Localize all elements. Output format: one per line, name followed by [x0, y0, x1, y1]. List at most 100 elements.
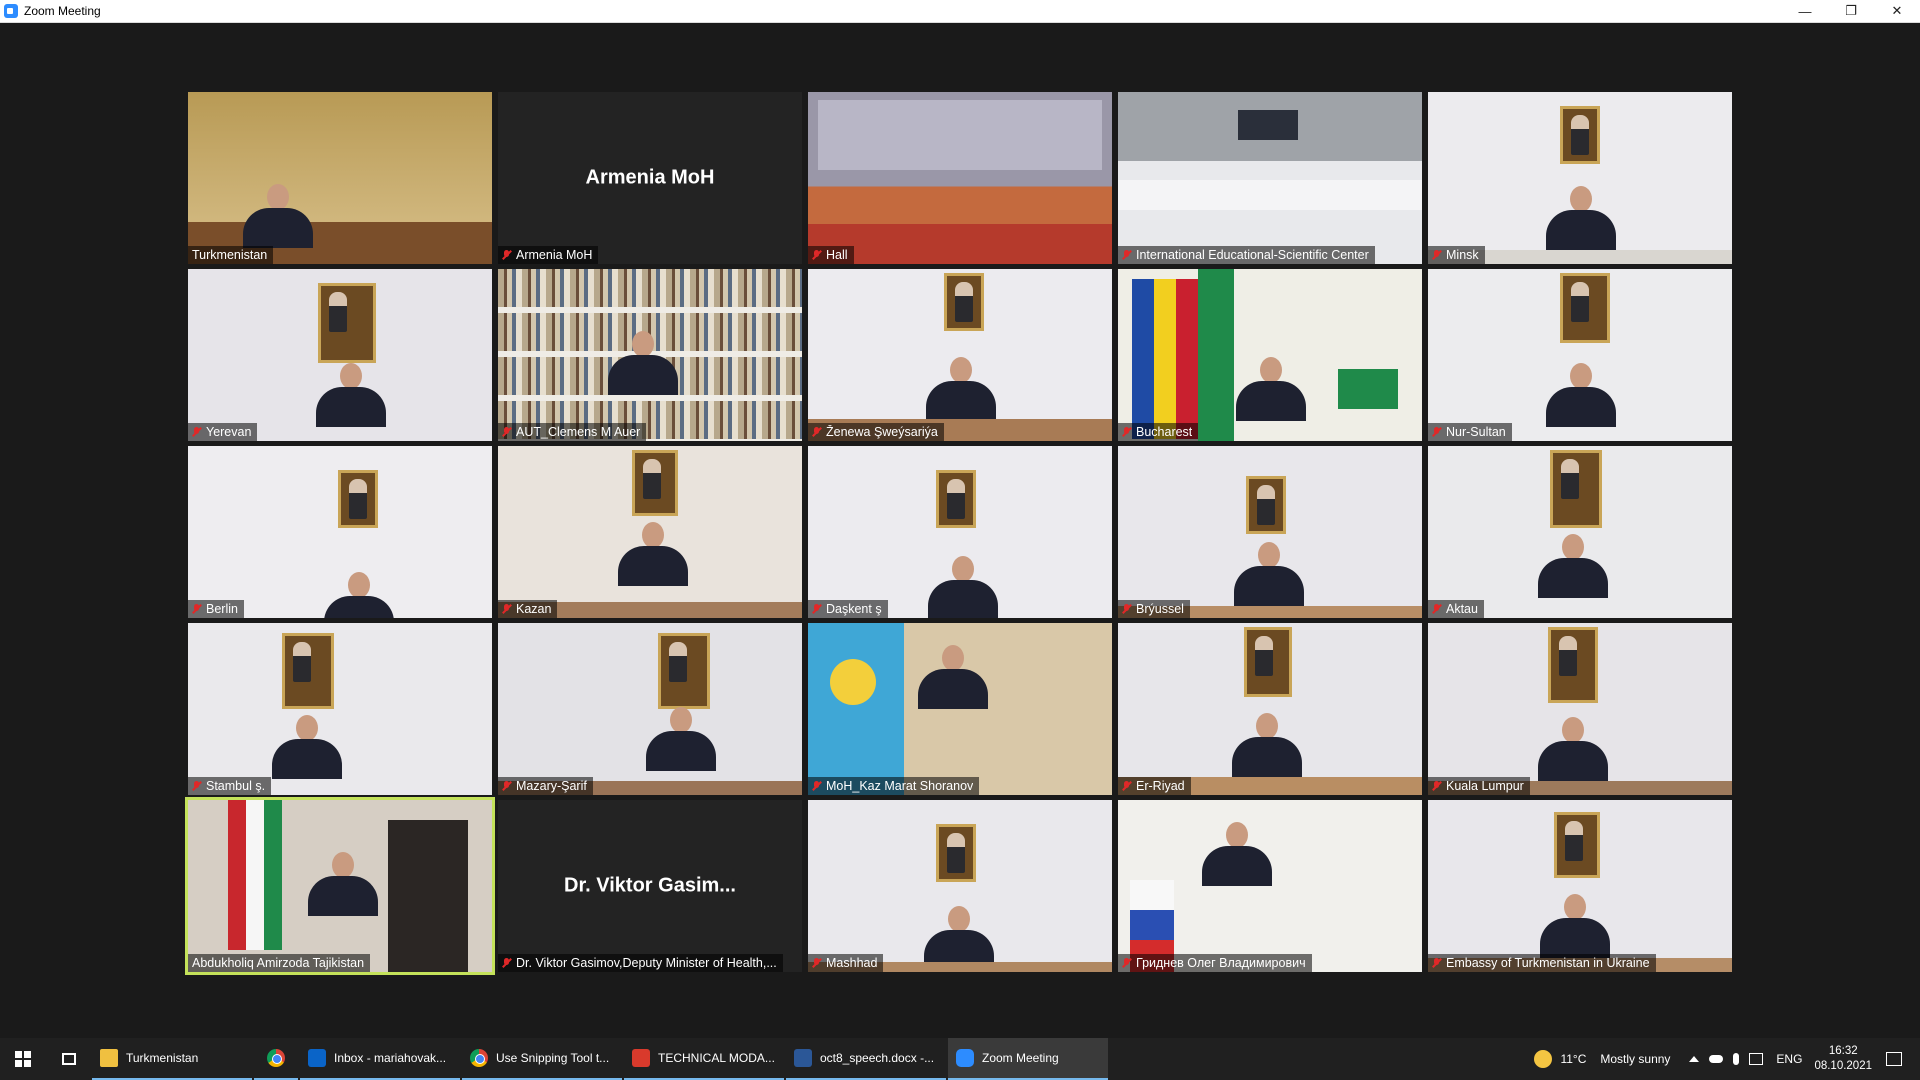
- video-tile[interactable]: Kazan: [498, 446, 802, 618]
- muted-mic-icon: [1432, 249, 1441, 261]
- video-tile-active-speaker[interactable]: Abdukholiq Amirzoda Tajikistan: [185, 797, 495, 975]
- video-tile[interactable]: Bucharest: [1118, 269, 1422, 441]
- video-tile[interactable]: Mashhad: [808, 800, 1112, 972]
- restore-button[interactable]: ❐: [1828, 0, 1874, 23]
- muted-mic-icon: [812, 603, 821, 615]
- onedrive-cloud-icon[interactable]: [1709, 1055, 1724, 1063]
- muted-mic-icon: [1432, 603, 1441, 615]
- taskbar-item-label: oct8_speech.docx -...: [820, 1051, 935, 1065]
- muted-mic-icon: [192, 780, 201, 792]
- muted-mic-icon: [1122, 957, 1131, 969]
- participant-label: Bucharest: [1118, 423, 1199, 441]
- video-tile[interactable]: Nur-Sultan: [1428, 269, 1732, 441]
- video-tile[interactable]: Armenia MoH Armenia MoH: [498, 92, 802, 264]
- video-feed: [808, 800, 1112, 972]
- participant-label: Aktau: [1428, 600, 1484, 618]
- participant-label: Mazary-Şarif: [498, 777, 593, 795]
- muted-mic-icon: [502, 249, 511, 261]
- weather-sun-icon[interactable]: [1534, 1050, 1553, 1068]
- taskbar-item-word[interactable]: oct8_speech.docx -...: [786, 1038, 946, 1080]
- window-title-bar: Zoom Meeting — ❐ ✕: [0, 0, 1920, 23]
- task-view-button[interactable]: [46, 1038, 92, 1080]
- participant-label: Гриднев Олег Владимирович: [1118, 954, 1312, 972]
- video-tile[interactable]: Stambul ş.: [188, 623, 492, 795]
- input-language[interactable]: ENG: [1776, 1052, 1802, 1066]
- video-tile[interactable]: Dr. Viktor Gasim... Dr. Viktor Gasimov,D…: [498, 800, 802, 972]
- participant-name: Dr. Viktor Gasimov,Deputy Minister of He…: [516, 956, 777, 970]
- video-feed: [1428, 269, 1732, 441]
- taskbar-item-chrome[interactable]: [254, 1038, 298, 1080]
- weather-temperature[interactable]: 11°C: [1560, 1052, 1586, 1066]
- participant-label: Berlin: [188, 600, 244, 618]
- video-tile[interactable]: Brýussel: [1118, 446, 1422, 618]
- video-tile[interactable]: International Educational-Scientific Cen…: [1118, 92, 1422, 264]
- video-feed: [188, 92, 492, 264]
- muted-mic-icon: [1122, 249, 1131, 261]
- participant-name: Minsk: [1446, 248, 1479, 262]
- participant-name: Гриднев Олег Владимирович: [1136, 956, 1306, 970]
- video-tile[interactable]: Yerevan: [188, 269, 492, 441]
- video-tile[interactable]: MoH_Kaz Marat Shoranov: [808, 623, 1112, 795]
- taskbar-item-zoom[interactable]: Zoom Meeting: [948, 1038, 1108, 1080]
- network-icon[interactable]: [1749, 1053, 1764, 1065]
- video-tile[interactable]: Embassy of Turkmenistan in Ukraine: [1428, 800, 1732, 972]
- participant-label: Turkmenistan: [188, 246, 274, 264]
- video-feed: [1118, 446, 1422, 618]
- participant-label: Minsk: [1428, 246, 1485, 264]
- participant-label: Ženewa Şweýsariýa: [808, 423, 944, 441]
- minimize-button[interactable]: —: [1782, 0, 1828, 23]
- outlook-icon: [308, 1049, 326, 1067]
- video-tile[interactable]: AUT_Clemens M Auer: [498, 269, 802, 441]
- weather-condition[interactable]: Mostly sunny: [1600, 1052, 1670, 1066]
- video-tile[interactable]: Er-Riyad: [1118, 623, 1422, 795]
- window-controls: — ❐ ✕: [1782, 0, 1920, 23]
- taskbar-item-pdf[interactable]: TECHNICAL MODA...: [624, 1038, 784, 1080]
- participant-name: Er-Riyad: [1136, 779, 1185, 793]
- taskbar-item-label: Zoom Meeting: [982, 1051, 1059, 1065]
- taskbar-item-chrome-window[interactable]: Use Snipping Tool t...: [462, 1038, 622, 1080]
- video-grid: Turkmenistan Armenia MoH Armenia MoH Hal…: [185, 92, 1732, 975]
- participant-name: AUT_Clemens M Auer: [516, 425, 641, 439]
- muted-mic-icon: [502, 426, 511, 438]
- participant-name: Daşkent ş: [826, 602, 882, 616]
- clock-time: 16:32: [1828, 1045, 1858, 1057]
- close-button[interactable]: ✕: [1874, 0, 1920, 23]
- video-tile[interactable]: Daşkent ş: [808, 446, 1112, 618]
- video-tile[interactable]: Turkmenistan: [188, 92, 492, 264]
- participant-name: Berlin: [206, 602, 238, 616]
- video-tile[interactable]: Hall: [808, 92, 1112, 264]
- video-feed: [1428, 92, 1732, 264]
- video-tile[interactable]: Aktau: [1428, 446, 1732, 618]
- participant-label: Daşkent ş: [808, 600, 888, 618]
- taskbar-item-explorer[interactable]: Turkmenistan: [92, 1038, 252, 1080]
- participant-label: Armenia MoH: [498, 246, 599, 264]
- video-tile[interactable]: Гриднев Олег Владимирович: [1118, 800, 1422, 972]
- clock[interactable]: 16:32 08.10.2021: [1814, 1044, 1872, 1074]
- video-tile[interactable]: Berlin: [188, 446, 492, 618]
- participant-label: MoH_Kaz Marat Shoranov: [808, 777, 980, 795]
- participant-name: International Educational-Scientific Cen…: [1136, 248, 1369, 262]
- muted-mic-icon: [192, 426, 201, 438]
- start-button[interactable]: [0, 1038, 46, 1080]
- participant-label: Embassy of Turkmenistan in Ukraine: [1428, 954, 1656, 972]
- video-feed: [1428, 446, 1732, 618]
- system-tray: 11°C Mostly sunny ENG 16:32 08.10.2021: [1534, 1038, 1920, 1080]
- video-tile[interactable]: Mazary-Şarif: [498, 623, 802, 795]
- clock-date: 08.10.2021: [1814, 1060, 1872, 1072]
- video-tile[interactable]: Kuala Lumpur: [1428, 623, 1732, 795]
- taskbar-item-outlook[interactable]: Inbox - mariahovak...: [300, 1038, 460, 1080]
- muted-mic-icon: [192, 603, 201, 615]
- video-tile[interactable]: Ženewa Şweýsariýa: [808, 269, 1112, 441]
- muted-mic-icon: [1432, 957, 1441, 969]
- microphone-icon[interactable]: [1733, 1053, 1740, 1065]
- participant-display-name: Armenia MoH: [585, 166, 715, 189]
- notifications-icon[interactable]: [1886, 1052, 1902, 1066]
- participant-label: Abdukholiq Amirzoda Tajikistan: [188, 954, 371, 972]
- muted-mic-icon: [1122, 603, 1131, 615]
- video-feed: [498, 269, 802, 441]
- participant-name: Hall: [826, 248, 848, 262]
- word-icon: [794, 1049, 812, 1067]
- chevron-up-icon[interactable]: [1689, 1056, 1700, 1062]
- video-tile[interactable]: Minsk: [1428, 92, 1732, 264]
- chrome-icon: [267, 1049, 285, 1067]
